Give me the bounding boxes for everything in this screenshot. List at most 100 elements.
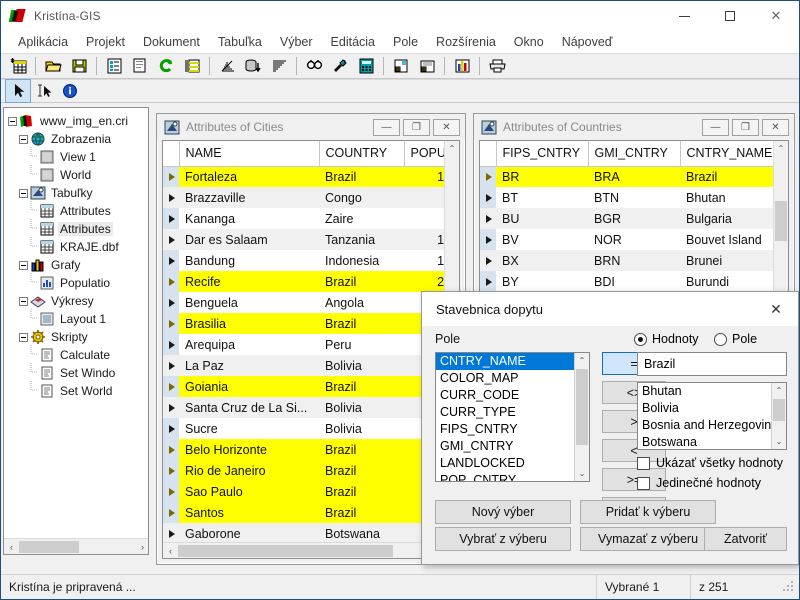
identify-info-icon[interactable]	[58, 80, 82, 102]
resize-grip-icon[interactable]	[781, 579, 797, 595]
cell-name[interactable]: Santa Cruz de La Si...	[179, 397, 319, 418]
remove-from-selection-button[interactable]: Vymazať z výberu	[580, 527, 716, 551]
cities-table[interactable]: NAMECOUNTRYPOPULATFortalezaBrazil182Braz…	[163, 141, 444, 542]
cities-minimize-button[interactable]: —	[373, 118, 400, 136]
cell-fips[interactable]: BY	[496, 271, 588, 292]
cell-fips[interactable]: BX	[496, 250, 588, 271]
tree-node-kraje-dbf[interactable]: KRAJE.dbf	[8, 236, 148, 256]
tree-node-attributes[interactable]: Attributes	[8, 200, 148, 220]
close-button[interactable]: ✕	[753, 1, 799, 31]
row-marker[interactable]	[163, 397, 179, 418]
countries-scroll-up-arrow[interactable]: ⌃	[774, 141, 788, 156]
field-list-item[interactable]: GMI_CNTRY	[436, 438, 574, 455]
menu-item-editacia[interactable]: Editácia	[322, 33, 384, 51]
column-header-country[interactable]: COUNTRY	[319, 141, 405, 167]
table-row[interactable]: FortalezaBrazil182	[163, 166, 444, 187]
table-row[interactable]: Goiania Brazil	[163, 376, 444, 397]
row-marker[interactable]	[163, 334, 179, 355]
table-row[interactable]: Sao Paulo Brazil	[163, 481, 444, 502]
cell-country[interactable]: Tanzania	[319, 229, 404, 250]
table-row[interactable]: BT BTN Bhutan	[480, 187, 773, 208]
print-icon[interactable]	[485, 55, 509, 77]
fields-scroll-up-arrow[interactable]: ⌃	[575, 353, 589, 368]
select-tool-icon[interactable]: ?	[328, 55, 352, 77]
menu-item-napoved[interactable]: Nápoveď	[553, 33, 622, 51]
cell-country[interactable]: Brazil	[319, 271, 404, 292]
cell-name[interactable]: Goiania	[179, 376, 319, 397]
tree-collapse-icon[interactable]	[19, 296, 28, 306]
tree-node-populatio[interactable]: Populatio	[8, 272, 148, 292]
table-row[interactable]: BenguelaAngola15	[163, 292, 444, 313]
cell-gmi[interactable]: BDI	[588, 271, 680, 292]
cell-country[interactable]: Peru	[319, 334, 404, 355]
table-row[interactable]: BandungIndonesia180	[163, 250, 444, 271]
row-marker[interactable]	[480, 229, 496, 250]
cell-gmi[interactable]: BGR	[588, 208, 680, 229]
cell-cntry-name[interactable]: Brunei	[680, 250, 773, 271]
cell-gmi[interactable]: NOR	[588, 229, 680, 250]
row-marker[interactable]	[163, 460, 179, 481]
menu-item-tabulka[interactable]: Tabuľka	[209, 33, 271, 51]
row-marker[interactable]	[163, 271, 179, 292]
radio-values[interactable]: Hodnoty	[634, 332, 699, 346]
table-row[interactable]: BU BGR Bulgaria	[480, 208, 773, 229]
cell-country[interactable]: Bolivia	[319, 397, 404, 418]
table-row[interactable]: BV NOR Bouvet Island	[480, 229, 773, 250]
menu-item-pole[interactable]: Pole	[384, 33, 427, 51]
chart-icon[interactable]	[450, 55, 474, 77]
refresh-icon[interactable]	[154, 55, 178, 77]
tree-node-world[interactable]: World	[8, 164, 148, 184]
open-project-icon[interactable]	[41, 55, 65, 77]
table-properties-icon[interactable]	[102, 55, 126, 77]
save-project-icon[interactable]	[67, 55, 91, 77]
table-row[interactable]: Arequipa Peru	[163, 334, 444, 355]
tree-node-set-world[interactable]: Set World	[8, 380, 148, 400]
table-row[interactable]: Sucre Bolivia	[163, 418, 444, 439]
value-list-item[interactable]: Botswana	[638, 434, 771, 449]
cell-fips[interactable]: BV	[496, 229, 588, 250]
table-row[interactable]: Belo Horizonte Brazil	[163, 439, 444, 460]
fields-vscroll-thumb[interactable]	[576, 369, 588, 445]
cell-country[interactable]: Indonesia	[319, 250, 404, 271]
row-marker[interactable]	[163, 523, 179, 542]
cell-fips[interactable]: BT	[496, 187, 588, 208]
cell-country[interactable]: Brazil	[319, 439, 404, 460]
cell-name[interactable]: Belo Horizonte	[179, 439, 319, 460]
values-vscroll-thumb[interactable]	[773, 399, 785, 421]
new-table-icon[interactable]	[6, 55, 30, 77]
cell-country[interactable]: Brazil	[319, 166, 404, 187]
tree-node-grafy[interactable]: Grafy	[8, 256, 148, 274]
column-header-populat[interactable]: POPULAT	[404, 141, 444, 167]
menu-item-aplikacia[interactable]: Aplikácia	[9, 33, 77, 51]
countries-table[interactable]: FIPS_CNTRY GMI_CNTRY CNTRY_NAME BR BRA Brazil…	[480, 141, 773, 313]
menu-item-projekt[interactable]: Projekt	[77, 33, 134, 51]
cell-cntry-name[interactable]: Bouvet Island	[680, 229, 773, 250]
row-marker[interactable]	[163, 166, 179, 187]
fields-vscrollbar[interactable]: ⌃ ⌄	[574, 353, 589, 481]
values-vscrollbar[interactable]: ⌃ ⌄	[771, 383, 786, 449]
row-marker[interactable]	[163, 376, 179, 397]
checkbox-show-all[interactable]: Ukázať všetky hodnoty	[637, 456, 783, 470]
table-row[interactable]: KanangaZaire29	[163, 208, 444, 229]
row-marker[interactable]	[163, 439, 179, 460]
sort-ascending-icon[interactable]	[215, 55, 239, 77]
add-to-selection-button[interactable]: Pridať k výberu	[580, 500, 716, 524]
cities-close-button[interactable]: ✕	[433, 118, 460, 136]
dialog-close-icon[interactable]: ✕	[754, 292, 798, 326]
calculate-icon[interactable]	[354, 55, 378, 77]
tree-node-tabu-ky[interactable]: Tabuľky	[8, 184, 148, 202]
fields-scroll-down-arrow[interactable]: ⌄	[575, 466, 589, 481]
radio-fields[interactable]: Pole	[714, 332, 757, 346]
cell-population[interactable]: 58	[404, 187, 444, 208]
cell-country[interactable]: Brazil	[319, 481, 404, 502]
field-list-item[interactable]: CURR_TYPE	[436, 404, 574, 421]
table-row[interactable]: BY BDI Burundi	[480, 271, 773, 292]
tree-node-calculate[interactable]: Calculate	[8, 344, 148, 364]
values-listbox[interactable]: Bhutan Bolivia Bosnia and Herzegovina Botsw…	[637, 382, 787, 450]
cell-population[interactable]: 262	[404, 271, 444, 292]
cell-country[interactable]: Angola	[319, 292, 404, 313]
cities-hscrollbar[interactable]: ‹	[163, 542, 459, 558]
cell-name[interactable]: Bandung	[179, 250, 319, 271]
cell-name[interactable]: Recife	[179, 271, 319, 292]
tree-scroll-right-arrow[interactable]: ›	[135, 542, 148, 552]
